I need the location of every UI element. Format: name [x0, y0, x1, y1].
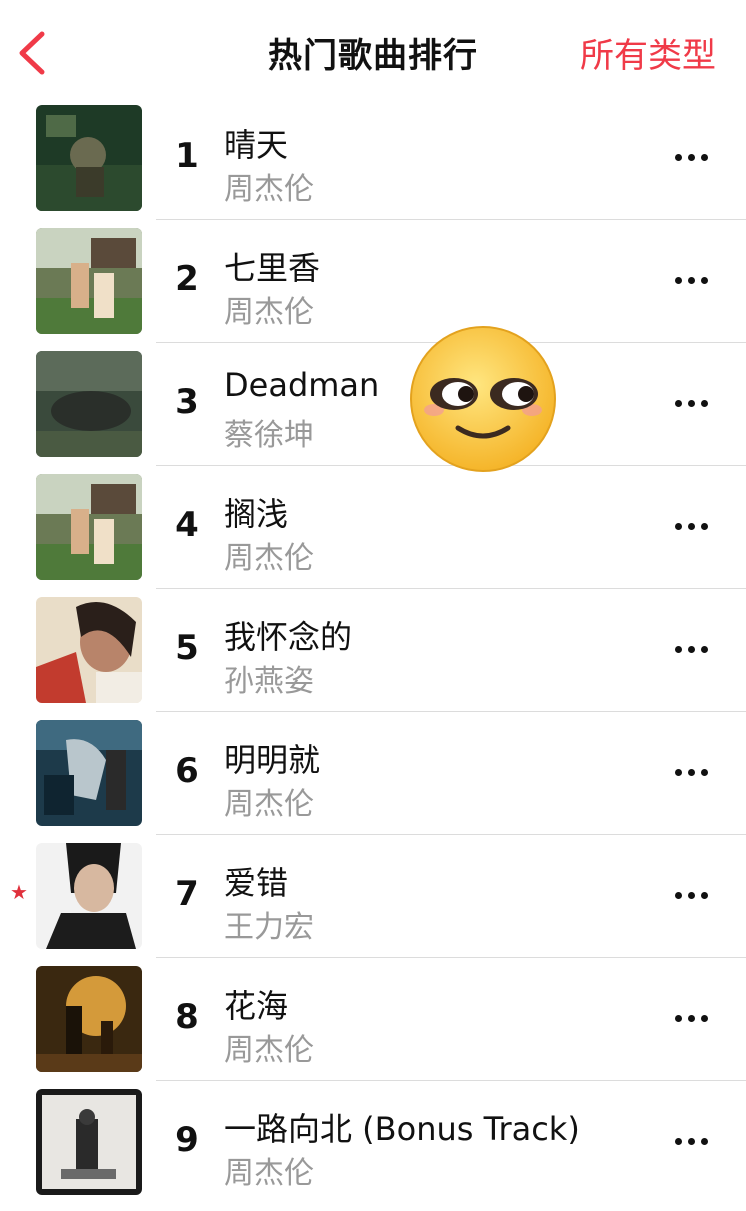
song-row[interactable]: 4 搁浅 周杰伦	[0, 471, 746, 594]
song-title: Deadman	[224, 366, 380, 404]
artist-name: 周杰伦	[224, 295, 314, 330]
song-row[interactable]: ★ 7 爱错 王力宏	[0, 840, 746, 963]
ellipsis-icon	[675, 154, 682, 161]
rank-number: 9	[175, 1120, 199, 1160]
artist-name: 周杰伦	[224, 1156, 314, 1191]
rank-number: 6	[175, 751, 199, 791]
divider	[156, 1080, 746, 1081]
ellipsis-icon	[675, 769, 682, 776]
more-options-button[interactable]	[672, 1130, 722, 1154]
artist-name: 周杰伦	[224, 1033, 314, 1068]
album-art	[36, 228, 142, 334]
more-options-button[interactable]	[672, 515, 722, 539]
song-title: 七里香	[224, 249, 321, 287]
ellipsis-icon	[675, 277, 682, 284]
album-art	[36, 1089, 142, 1195]
album-art	[36, 351, 142, 457]
song-title: 花海	[224, 987, 289, 1025]
album-art	[36, 597, 142, 703]
song-row[interactable]: 5 我怀念的 孙燕姿	[0, 594, 746, 717]
rank-number: 3	[175, 382, 199, 422]
star-icon: ★	[10, 880, 28, 904]
more-options-button[interactable]	[672, 146, 722, 170]
ellipsis-icon	[675, 400, 682, 407]
rank-number: 7	[175, 874, 199, 914]
more-options-button[interactable]	[672, 1007, 722, 1031]
artist-name: 蔡徐坤	[224, 418, 314, 453]
song-title: 我怀念的	[224, 618, 353, 656]
more-options-button[interactable]	[672, 392, 722, 416]
album-art	[36, 105, 142, 211]
more-options-button[interactable]	[672, 269, 722, 293]
artist-name: 周杰伦	[224, 172, 314, 207]
divider	[156, 588, 746, 589]
divider	[156, 834, 746, 835]
more-options-button[interactable]	[672, 638, 722, 662]
genre-filter-button[interactable]: 所有类型	[580, 28, 716, 77]
divider	[156, 957, 746, 958]
song-title: 爱错	[224, 864, 289, 902]
song-title: 搁浅	[224, 495, 289, 533]
artist-name: 孙燕姿	[224, 664, 314, 699]
ellipsis-icon	[675, 1015, 682, 1022]
ellipsis-icon	[675, 1138, 682, 1145]
more-options-button[interactable]	[672, 884, 722, 908]
song-row[interactable]: 6 明明就 周杰伦	[0, 717, 746, 840]
ellipsis-icon	[675, 892, 682, 899]
rank-number: 4	[175, 505, 199, 545]
rank-number: 5	[175, 628, 199, 668]
album-art	[36, 474, 142, 580]
artist-name: 王力宏	[224, 910, 314, 945]
ellipsis-icon	[675, 646, 682, 653]
song-title: 晴天	[224, 126, 289, 164]
rank-number: 2	[175, 259, 199, 299]
song-row[interactable]: 3 Deadman 蔡徐坤	[0, 348, 746, 471]
artist-name: 周杰伦	[224, 787, 314, 822]
divider	[156, 219, 746, 220]
artist-name: 周杰伦	[224, 541, 314, 576]
rank-number: 1	[175, 136, 199, 176]
ellipsis-icon	[675, 523, 682, 530]
more-options-button[interactable]	[672, 761, 722, 785]
song-row[interactable]: 9 一路向北 (Bonus Track) 周杰伦	[0, 1086, 746, 1209]
song-row[interactable]: 8 花海 周杰伦	[0, 963, 746, 1086]
song-row[interactable]: 1 晴天 周杰伦	[0, 102, 746, 225]
song-title: 一路向北 (Bonus Track)	[224, 1110, 580, 1148]
nav-bar: 热门歌曲排行 所有类型	[0, 0, 746, 100]
rank-number: 8	[175, 997, 199, 1037]
smirk-emoji-sticker	[408, 324, 558, 474]
song-title: 明明就	[224, 741, 321, 779]
album-art	[36, 843, 142, 949]
song-row[interactable]: 2 七里香 周杰伦	[0, 225, 746, 348]
divider	[156, 711, 746, 712]
album-art	[36, 720, 142, 826]
album-art	[36, 966, 142, 1072]
